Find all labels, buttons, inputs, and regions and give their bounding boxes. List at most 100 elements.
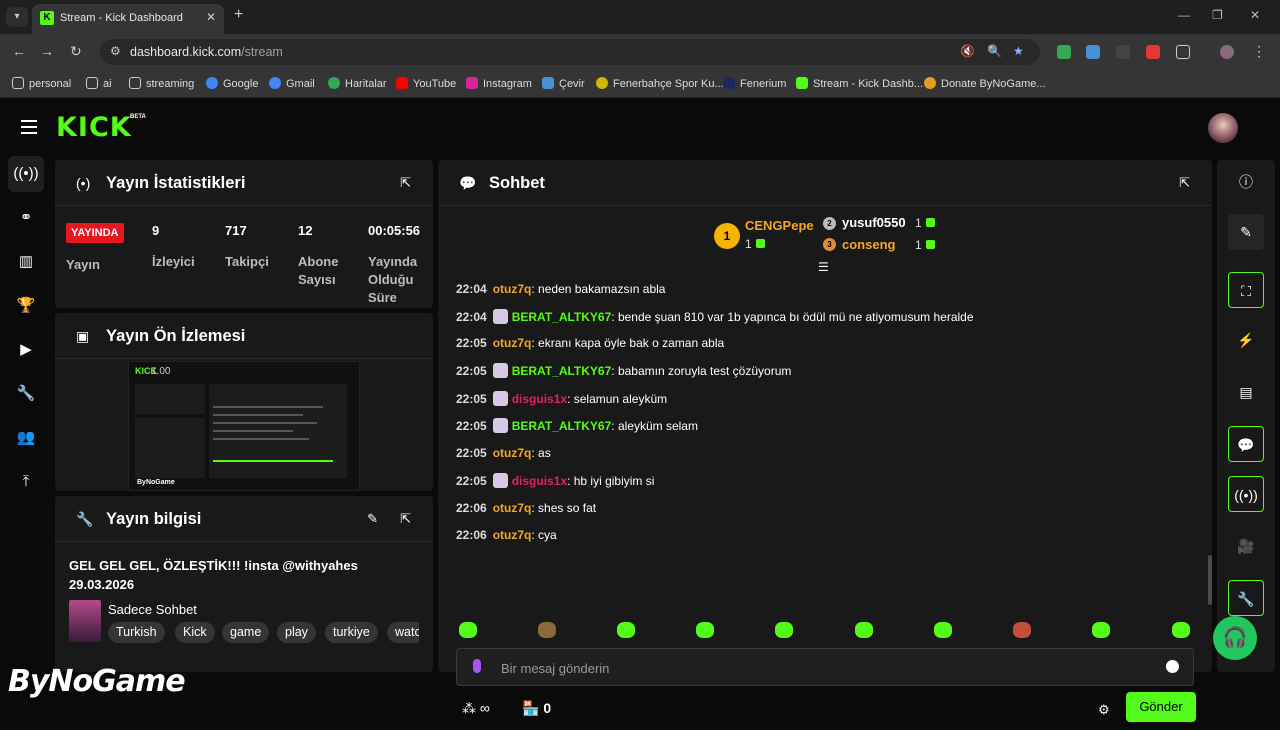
zoom-icon[interactable]: 🔍 <box>987 44 1002 58</box>
msg-username[interactable]: disguis1x <box>512 392 567 406</box>
emote-icon[interactable] <box>459 622 477 638</box>
msg-username[interactable]: BERAT_ALTKY67 <box>512 419 612 433</box>
collapse-chevron-icon[interactable]: ☰ <box>818 260 829 274</box>
back-icon[interactable]: ← <box>12 43 26 59</box>
bookmark-streaming[interactable]: streaming <box>129 77 194 90</box>
support-headset-icon[interactable]: 🎧 <box>1213 616 1257 660</box>
nav-video-icon[interactable]: ▶ <box>8 332 44 368</box>
emote-icon[interactable] <box>1013 622 1031 638</box>
edit-pencil-icon[interactable]: ✎ <box>367 511 378 527</box>
bookmark-instagram[interactable]: Instagram <box>466 77 532 90</box>
msg-username[interactable]: otuz7q <box>493 282 532 296</box>
bookmark-google[interactable]: Google <box>206 77 258 90</box>
shield-extension-icon[interactable] <box>1057 45 1071 59</box>
emote-icon[interactable] <box>696 622 714 638</box>
user-avatar[interactable] <box>1208 113 1238 143</box>
channel-points[interactable]: ⁂ ∞ <box>462 700 490 717</box>
microphone-icon[interactable] <box>473 659 481 673</box>
broadcast-toggle-icon[interactable]: ((•)) <box>1228 476 1264 512</box>
tab-search-button[interactable]: ▾ <box>6 7 28 27</box>
site-info-icon[interactable]: ⚙ <box>110 44 121 58</box>
popout-icon[interactable]: ⇱ <box>1179 175 1190 191</box>
tag-chip[interactable]: game <box>222 622 270 643</box>
kick-logo[interactable]: KICK <box>56 112 132 143</box>
chat-toggle-icon[interactable]: 💬 <box>1228 426 1264 462</box>
nav-link-icon[interactable]: ⚭ <box>8 200 44 236</box>
tab-close-icon[interactable]: ✕ <box>206 10 216 24</box>
mute-site-icon[interactable]: 🔇 <box>960 44 975 58</box>
bookmark-youtube[interactable]: YouTube <box>396 77 456 90</box>
bookmark-gmail[interactable]: Gmail <box>269 77 315 90</box>
hamburger-menu-icon[interactable] <box>21 120 37 134</box>
emote-icon[interactable] <box>538 622 556 638</box>
tag-chip[interactable]: wato <box>387 622 419 643</box>
extension-icon[interactable] <box>1116 45 1130 59</box>
bookmark-kick-dashboard[interactable]: Stream - Kick Dashb... <box>796 77 923 90</box>
translate-extension-icon[interactable] <box>1086 45 1100 59</box>
bookmark-star-icon[interactable]: ★ <box>1013 44 1024 58</box>
bookmark-ai[interactable]: ai <box>86 77 112 90</box>
msg-username[interactable]: otuz7q <box>493 336 532 350</box>
minimize-icon[interactable]: — <box>1178 8 1190 22</box>
emote-icon[interactable] <box>1092 622 1110 638</box>
maximize-icon[interactable]: ❐ <box>1212 8 1223 22</box>
bookmark-fenerbahce[interactable]: Fenerbahçe Spor Ku... <box>596 77 724 90</box>
store-button[interactable]: 🏪 0 <box>522 700 551 717</box>
msg-username[interactable]: BERAT_ALTKY67 <box>512 310 612 324</box>
lightning-icon[interactable]: ⚡ <box>1228 322 1264 358</box>
nav-trophy-icon[interactable]: 🏆 <box>8 288 44 324</box>
gifter-name[interactable]: yusuf0550 <box>842 215 906 230</box>
info-icon[interactable]: ⓘ <box>1228 164 1264 200</box>
emote-icon[interactable] <box>934 622 952 638</box>
browser-tab[interactable]: K Stream - Kick Dashboard ✕ <box>32 4 224 34</box>
chat-settings-gear-icon[interactable]: ⚙ <box>1098 702 1110 718</box>
profile-avatar-icon[interactable] <box>1220 45 1234 59</box>
omnibox[interactable]: ⚙ dashboard.kick.com/stream 🔇 🔍 ★ <box>100 39 1040 65</box>
nav-upload-icon[interactable]: ⤒ <box>8 464 44 500</box>
msg-username[interactable]: BERAT_ALTKY67 <box>512 364 612 378</box>
nav-tools-icon[interactable]: 🔧 <box>8 376 44 412</box>
emote-icon[interactable] <box>1172 622 1190 638</box>
emoji-picker-icon[interactable] <box>1166 660 1179 673</box>
popout-icon[interactable]: ⇱ <box>400 175 411 191</box>
close-window-icon[interactable]: ✕ <box>1250 8 1260 22</box>
gifter-name[interactable]: CENGPepe <box>745 218 814 233</box>
msg-username[interactable]: otuz7q <box>493 528 532 542</box>
popout-icon[interactable]: ⇱ <box>400 511 411 527</box>
new-tab-button[interactable]: + <box>234 6 243 24</box>
forward-icon[interactable]: → <box>40 43 54 59</box>
tag-chip[interactable]: turkiye <box>325 622 378 643</box>
browser-menu-icon[interactable]: ⋮ <box>1252 43 1266 60</box>
bookmark-fenerium[interactable]: Fenerium <box>723 77 786 90</box>
tools-toggle-icon[interactable]: 🔧 <box>1228 580 1264 616</box>
emote-icon[interactable] <box>617 622 635 638</box>
emote-icon[interactable] <box>855 622 873 638</box>
bookmark-translate[interactable]: Çevir <box>542 77 585 90</box>
edit-icon[interactable]: ✎ <box>1228 214 1264 250</box>
stream-preview-thumbnail[interactable]: KICK 1.00 ByNoGame <box>128 361 360 491</box>
emote-icon[interactable] <box>775 622 793 638</box>
tag-chip[interactable]: Turkish <box>108 622 165 643</box>
msg-username[interactable]: otuz7q <box>493 446 532 460</box>
camera-icon[interactable]: 🎥 <box>1228 528 1264 564</box>
chat-scrollbar[interactable] <box>1208 555 1212 605</box>
bookmark-personal[interactable]: personal <box>12 77 71 90</box>
notes-icon[interactable]: ▤ <box>1228 374 1264 410</box>
tag-chip[interactable]: Kick <box>175 622 215 643</box>
send-button[interactable]: Gönder <box>1126 692 1196 722</box>
msg-username[interactable]: disguis1x <box>512 474 567 488</box>
category-name[interactable]: Sadece Sohbet <box>108 602 197 617</box>
nav-community-icon[interactable]: 👥 <box>8 420 44 456</box>
youtube-extension-icon[interactable] <box>1146 45 1160 59</box>
msg-username[interactable]: otuz7q <box>493 501 532 515</box>
nav-stream-icon[interactable]: ((•)) <box>8 156 44 192</box>
nav-analytics-icon[interactable]: ▥ <box>8 244 44 280</box>
chat-message-input[interactable] <box>501 658 1141 678</box>
bookmark-bynogame[interactable]: Donate ByNoGame... <box>924 77 1046 90</box>
tag-chip[interactable]: play <box>277 622 316 643</box>
reload-icon[interactable]: ↻ <box>70 43 82 60</box>
extensions-puzzle-icon[interactable] <box>1176 45 1190 59</box>
category-thumbnail[interactable] <box>69 600 101 642</box>
gifter-name[interactable]: conseng <box>842 237 895 252</box>
bookmark-maps[interactable]: Haritalar <box>328 77 387 90</box>
